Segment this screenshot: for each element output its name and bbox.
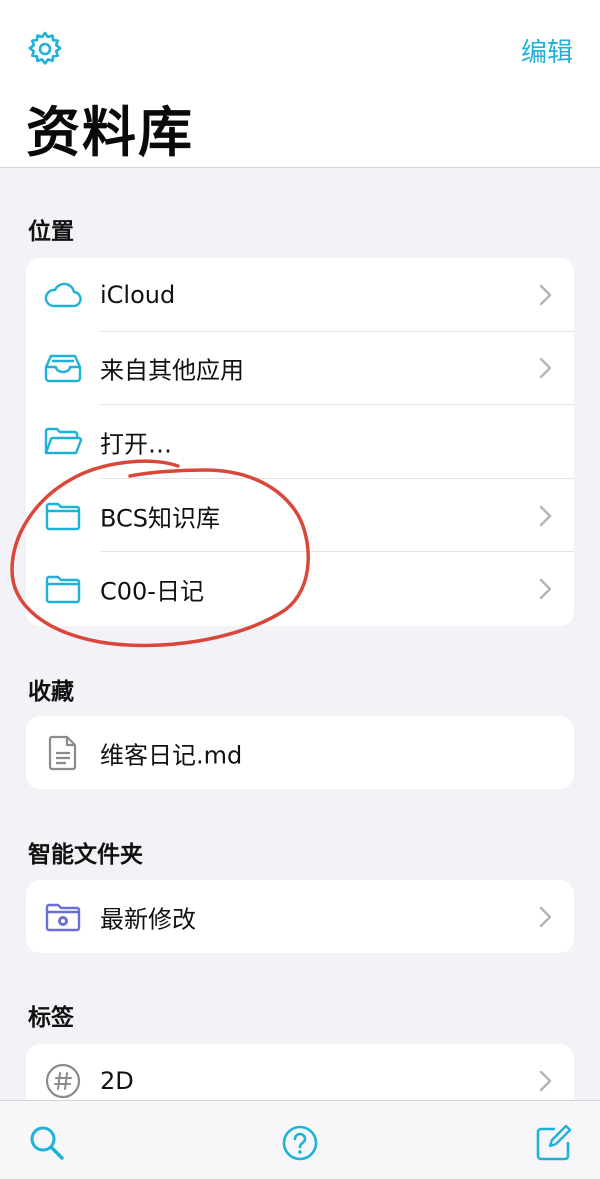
location-label: C00-日记 (100, 577, 204, 606)
chevron-right-icon (539, 906, 552, 927)
chevron-right-icon (539, 1070, 552, 1091)
section-title-smart-folders: 智能文件夹 (28, 842, 143, 868)
folder-icon (44, 570, 82, 608)
open-folder-icon (44, 423, 82, 461)
gear-icon (28, 31, 62, 65)
help-button[interactable] (280, 1123, 320, 1163)
compose-icon (536, 1124, 572, 1161)
bottom-toolbar (0, 1100, 600, 1179)
section-title-favorites: 收藏 (28, 679, 74, 705)
section-title-locations: 位置 (28, 219, 74, 245)
help-icon (282, 1125, 318, 1161)
location-label: 来自其他应用 (100, 356, 244, 385)
chevron-right-icon (539, 578, 552, 600)
favorite-item[interactable]: 维客日记.md (26, 716, 574, 789)
gear-folder-icon (44, 898, 82, 936)
cloud-icon (44, 276, 82, 314)
favorites-card: 维客日记.md (26, 716, 574, 789)
chevron-right-icon (539, 358, 552, 379)
smart-folder-item-recent[interactable]: 最新修改 (26, 880, 574, 953)
location-item-other-apps[interactable]: 来自其他应用 (26, 332, 574, 406)
location-item-bcs[interactable]: BCS知识库 (26, 479, 574, 553)
location-item-c00[interactable]: C00-日记 (26, 552, 574, 626)
location-item-icloud[interactable]: iCloud (26, 258, 574, 332)
folder-icon (44, 497, 82, 535)
document-icon (44, 734, 82, 772)
search-button[interactable] (27, 1123, 67, 1163)
locations-card: iCloud 来自其他应用 打开… BCS知识库 C00-日记 (26, 258, 574, 626)
hashtag-icon (44, 1062, 82, 1100)
search-icon (30, 1126, 64, 1160)
location-item-open[interactable]: 打开… (26, 405, 574, 479)
settings-button[interactable] (26, 30, 64, 68)
location-label: iCloud (100, 280, 176, 309)
chevron-right-icon (539, 505, 552, 526)
compose-button[interactable] (533, 1123, 573, 1163)
location-label: 打开… (100, 430, 172, 459)
chevron-right-icon (539, 284, 552, 305)
tag-label: 2D (100, 1066, 134, 1095)
favorite-label: 维客日记.md (100, 741, 243, 770)
location-label: BCS知识库 (100, 504, 221, 533)
smart-folder-label: 最新修改 (100, 905, 196, 934)
edit-button[interactable]: 编辑 (521, 32, 573, 69)
header: 编辑 资料库 (0, 0, 600, 168)
page-title: 资料库 (26, 101, 194, 164)
inbox-tray-icon (44, 349, 82, 387)
smart-folders-card: 最新修改 (26, 880, 574, 953)
section-title-tags: 标签 (28, 1005, 74, 1031)
